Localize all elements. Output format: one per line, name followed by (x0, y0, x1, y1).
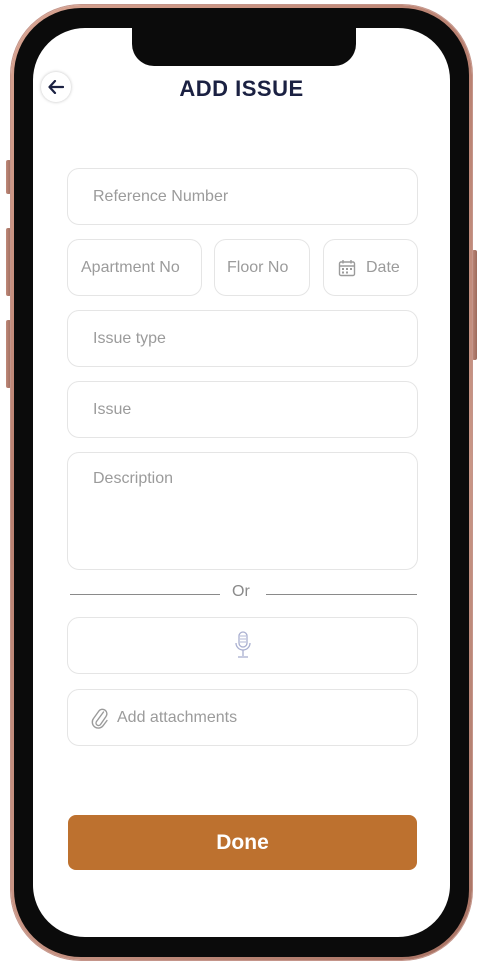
phone-notch (132, 28, 356, 66)
voice-input-field[interactable] (67, 617, 418, 674)
description-field[interactable]: Description (67, 452, 418, 570)
date-field[interactable]: Date (323, 239, 418, 296)
reference-number-placeholder: Reference Number (93, 187, 229, 205)
add-attachments-label: Add attachments (117, 708, 238, 726)
microphone-icon[interactable] (233, 630, 253, 661)
calendar-icon (338, 259, 356, 276)
issue-type-placeholder: Issue type (93, 329, 166, 347)
divider-or-text: Or (232, 583, 250, 600)
phone-power-button (472, 250, 477, 360)
date-placeholder: Date (366, 258, 400, 276)
add-attachments-field[interactable]: Add attachments (67, 689, 418, 746)
done-button[interactable]: Done (68, 815, 417, 870)
apartment-no-placeholder: Apartment No (81, 258, 180, 276)
apartment-no-field[interactable]: Apartment No (67, 239, 202, 296)
divider-line-left (70, 594, 220, 595)
issue-type-field[interactable]: Issue type (67, 310, 418, 367)
paperclip-icon (91, 708, 108, 729)
phone-bezel: ADD ISSUE Reference Number Apartment No … (14, 8, 469, 957)
floor-no-placeholder: Floor No (227, 258, 289, 276)
floor-no-field[interactable]: Floor No (214, 239, 310, 296)
page-title: ADD ISSUE (179, 76, 304, 101)
divider-line-right (266, 594, 417, 595)
reference-number-field[interactable]: Reference Number (67, 168, 418, 225)
phone-frame: ADD ISSUE Reference Number Apartment No … (11, 5, 472, 960)
issue-placeholder: Issue (93, 400, 132, 418)
phone-screen: ADD ISSUE Reference Number Apartment No … (33, 28, 450, 937)
description-placeholder: Description (93, 470, 174, 487)
issue-field[interactable]: Issue (67, 381, 418, 438)
